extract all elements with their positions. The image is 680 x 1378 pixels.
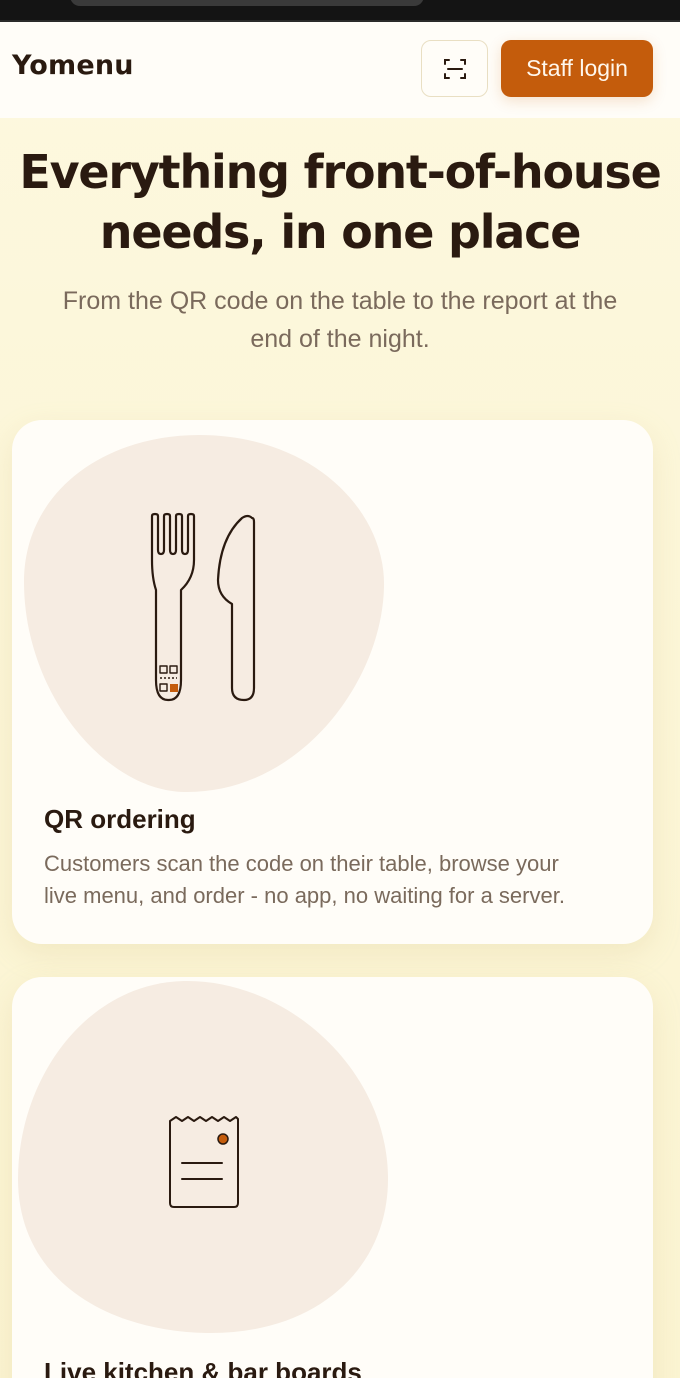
feature-description-line-2: live menu, and order - no app, no waitin… xyxy=(44,883,565,908)
hero-subtitle-line-2: end of the night. xyxy=(250,325,430,353)
qr-scan-icon xyxy=(443,58,466,79)
feature-card-qr-ordering: QR ordering Customers scan the code on t… xyxy=(12,420,653,944)
hero-title-line-1: Everything front-of-house xyxy=(19,145,661,199)
hero-title-line-2: needs, in one place xyxy=(99,205,582,259)
hero-subtitle: From the QR code on the table to the rep… xyxy=(20,282,660,358)
logo[interactable]: Yomenu xyxy=(12,50,134,81)
page: Yomenu Staff login Everything front-of-h… xyxy=(0,0,680,1378)
hero-title: Everything front-of-house needs, in one … xyxy=(0,142,680,262)
system-status-bar xyxy=(0,0,680,20)
qr-scan-button[interactable] xyxy=(421,40,488,97)
feature-description: Customers scan the code on their table, … xyxy=(44,848,634,912)
site-header: Yomenu Staff login xyxy=(0,22,680,118)
staff-login-button[interactable]: Staff login xyxy=(501,40,653,97)
ticket-icon xyxy=(169,1116,239,1208)
address-bar-pill[interactable] xyxy=(70,0,424,6)
hero-subtitle-line-1: From the QR code on the table to the rep… xyxy=(62,287,618,315)
feature-title: Live kitchen & bar boards xyxy=(44,1357,362,1378)
feature-description-line-1: Customers scan the code on their table, … xyxy=(44,851,559,876)
fork-knife-qr-icon xyxy=(150,512,256,702)
feature-title: QR ordering xyxy=(44,804,196,834)
feature-card-kitchen-boards: Live kitchen & bar boards xyxy=(12,977,653,1378)
